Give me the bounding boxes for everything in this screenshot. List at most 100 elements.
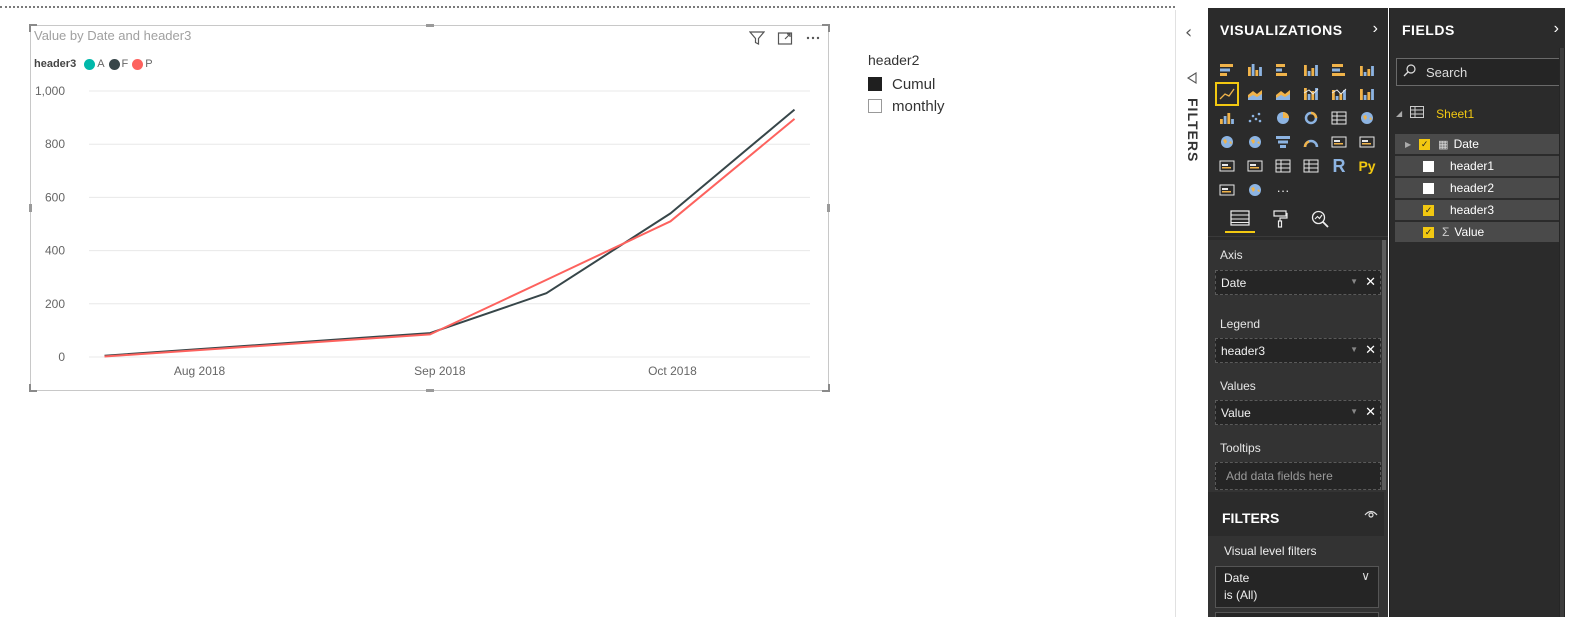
stacked-area-icon[interactable] (1271, 82, 1295, 106)
values-well[interactable]: Value ▼ ✕ (1215, 400, 1381, 425)
r-visual-icon[interactable]: R (1327, 154, 1351, 178)
legend-well[interactable]: header3 ▼ ✕ (1215, 338, 1381, 363)
remove-field-icon[interactable]: ✕ (1365, 274, 1376, 290)
resize-handle[interactable] (29, 204, 32, 212)
slicer-item-monthly[interactable]: monthly (868, 95, 945, 117)
stacked-column-icon[interactable] (1243, 58, 1267, 82)
chevron-down-icon[interactable]: ∨ (1361, 569, 1370, 583)
field-value[interactable]: ✓ Σ Value (1395, 222, 1562, 242)
resize-corner[interactable] (29, 24, 37, 32)
more-visuals-icon[interactable]: ··· (1271, 178, 1295, 202)
resize-corner[interactable] (29, 384, 37, 392)
chevron-down-icon[interactable]: ▼ (1350, 345, 1358, 354)
series-line-f (104, 108, 796, 357)
clustered-column-icon[interactable] (1299, 58, 1323, 82)
checkbox-checked[interactable]: ✓ (1423, 204, 1434, 216)
resize-handle[interactable] (426, 24, 434, 27)
remove-field-icon[interactable]: ✕ (1365, 404, 1376, 420)
line-clustered-column-icon[interactable] (1299, 82, 1323, 106)
expand-triangle-icon[interactable]: ▶ (1405, 140, 1411, 149)
axis-well[interactable]: Date ▼ ✕ (1215, 270, 1381, 295)
checkbox-checked[interactable]: ✓ (1423, 226, 1434, 238)
ribbon-bottom-edge (0, 0, 1175, 8)
report-canvas[interactable]: Value by Date and header3 header3 A F P … (0, 10, 1175, 617)
card-icon[interactable] (1327, 130, 1351, 154)
chevron-right-icon[interactable]: › (1554, 20, 1559, 38)
chevron-down-icon[interactable]: ▼ (1350, 277, 1358, 286)
multi-row-card-icon[interactable] (1355, 130, 1379, 154)
chevron-left-icon[interactable]: ‹ (1185, 22, 1192, 43)
resize-corner[interactable] (822, 384, 830, 392)
kpi-icon[interactable] (1215, 154, 1239, 178)
map-icon[interactable] (1355, 106, 1379, 130)
stacked-bar-icon[interactable] (1215, 58, 1239, 82)
table-icon[interactable] (1271, 154, 1295, 178)
filled-map-icon[interactable] (1215, 130, 1239, 154)
table-icon (1410, 106, 1425, 121)
100-stacked-bar-icon[interactable] (1327, 58, 1351, 82)
resize-handle[interactable] (827, 204, 830, 212)
area-chart-icon[interactable] (1243, 82, 1267, 106)
fields-search-input[interactable]: Search (1396, 58, 1564, 86)
chart-plot-area[interactable]: 0 200 400 600 800 1,000 Aug 2018 Sep 2018 Oct 20… (31, 26, 830, 392)
gauge-icon[interactable] (1299, 130, 1323, 154)
filter-field: Date (1224, 571, 1250, 585)
ribbon-chart-icon[interactable] (1355, 82, 1379, 106)
scatter-icon[interactable] (1243, 106, 1267, 130)
field-header3[interactable]: ✓ header3 (1395, 200, 1562, 220)
waterfall-icon[interactable] (1215, 106, 1239, 130)
field-header2[interactable]: header2 (1395, 178, 1562, 198)
globe-map-icon[interactable] (1243, 178, 1267, 202)
eye-icon[interactable] (1364, 508, 1378, 522)
checkbox-checked[interactable]: ✓ (1419, 138, 1431, 150)
python-visual-icon[interactable]: Py (1355, 154, 1379, 178)
legend-well-label: Legend (1220, 317, 1261, 331)
fields-tab-icon[interactable] (1225, 205, 1255, 233)
line-chart-visual[interactable]: Value by Date and header3 header3 A F P … (29, 24, 830, 392)
filters-pane-label[interactable]: FILTERS (1185, 98, 1201, 162)
slicer-icon[interactable] (1243, 154, 1267, 178)
analytics-magnifier-icon[interactable] (1305, 205, 1335, 233)
wells-scrollbar[interactable] (1382, 240, 1386, 490)
pie-chart-icon[interactable] (1271, 106, 1295, 130)
clustered-bar-icon[interactable] (1271, 58, 1295, 82)
expand-triangle-icon[interactable]: ◢ (1396, 109, 1402, 118)
field-label: header2 (1450, 181, 1495, 195)
donut-chart-icon[interactable] (1299, 106, 1323, 130)
resize-corner[interactable] (822, 24, 830, 32)
matrix-icon[interactable] (1299, 154, 1323, 178)
tooltips-well[interactable]: Add data fields here (1215, 462, 1381, 490)
chevron-down-icon[interactable]: ▼ (1350, 407, 1358, 416)
visual-level-filters-label: Visual level filters (1224, 544, 1317, 558)
line-chart-icon[interactable] (1215, 82, 1239, 106)
resize-handle[interactable] (426, 389, 434, 392)
funnel-icon[interactable] (1271, 130, 1295, 154)
shape-map-icon[interactable] (1243, 130, 1267, 154)
scroll-thumb[interactable] (1560, 48, 1564, 617)
x-tick-label: Aug 2018 (174, 364, 226, 378)
treemap-icon[interactable] (1327, 106, 1351, 130)
header2-slicer[interactable]: header2 Cumul monthly (868, 52, 945, 117)
checkbox[interactable] (1423, 182, 1434, 194)
checkbox[interactable] (1423, 160, 1434, 172)
slicer-checkbox-checked[interactable] (868, 77, 882, 91)
key-influencers-icon[interactable] (1215, 178, 1239, 202)
fields-scrollbar[interactable] (1559, 48, 1565, 617)
field-date[interactable]: ▶ ✓ ▦ Date (1395, 134, 1562, 154)
filter-pane-icon (1186, 72, 1198, 88)
filter-condition: is (All) (1224, 588, 1258, 602)
line-stacked-column-icon[interactable] (1327, 82, 1351, 106)
filters-pane-collapsed[interactable]: ‹ FILTERS (1175, 10, 1208, 617)
y-tick-label: 0 (58, 350, 65, 364)
filter-card-date[interactable]: Date is (All) ∨ (1215, 566, 1379, 608)
100-stacked-column-icon[interactable] (1355, 58, 1379, 82)
slicer-checkbox[interactable] (868, 99, 882, 113)
format-paint-roller-icon[interactable] (1265, 205, 1295, 233)
chevron-right-icon[interactable]: › (1373, 20, 1378, 38)
calendar-table-icon: ▦ (1438, 138, 1449, 151)
field-header1[interactable]: header1 (1395, 156, 1562, 176)
slicer-item-cumul[interactable]: Cumul (868, 73, 945, 95)
remove-field-icon[interactable]: ✕ (1365, 342, 1376, 358)
table-sheet1[interactable]: ◢ Sheet1 (1396, 106, 1474, 121)
filter-card-header3[interactable]: header3 ∨ (1215, 612, 1379, 617)
